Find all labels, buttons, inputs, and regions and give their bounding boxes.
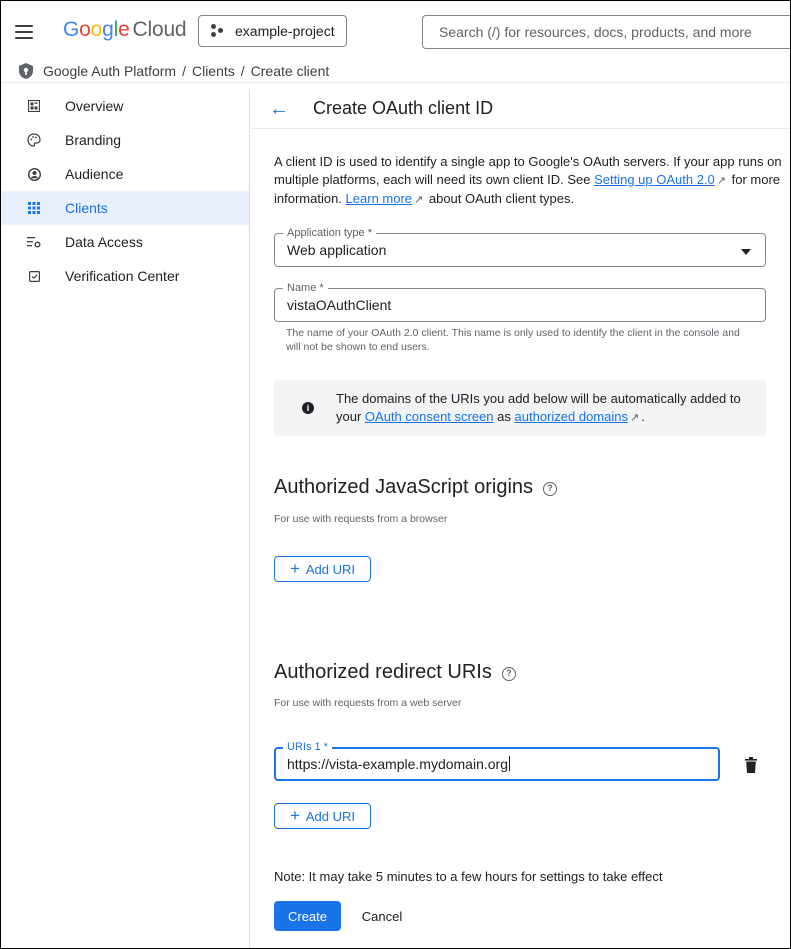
application-type-label: Application type * bbox=[283, 227, 376, 239]
project-icon bbox=[211, 24, 227, 38]
search-input[interactable]: Search (/) for resources, docs, products… bbox=[422, 15, 790, 49]
plus-icon: + bbox=[289, 806, 300, 825]
redirect-uri-1-value: https://vista-example.mydomain.org bbox=[287, 756, 510, 772]
js-origins-subtitle: For use with requests from a browser bbox=[274, 513, 448, 525]
sidebar-item-overview[interactable]: Overview bbox=[1, 89, 249, 123]
external-link-icon: ↗ bbox=[716, 175, 727, 187]
checkbox-icon bbox=[27, 269, 41, 283]
breadcrumb-item-create-client: Create client bbox=[250, 62, 330, 79]
redirect-uri-1-label: URIs 1 * bbox=[283, 741, 332, 753]
dropdown-arrow-icon bbox=[741, 249, 751, 255]
data-settings-icon bbox=[27, 235, 41, 249]
breadcrumb-separator: / bbox=[240, 62, 245, 79]
create-button[interactable]: Create bbox=[274, 901, 341, 931]
name-field[interactable]: Name * vistaOAuthClient bbox=[274, 282, 766, 322]
info-banner: i The domains of the URIs you add below … bbox=[274, 380, 766, 436]
logo-letter: e bbox=[118, 18, 130, 41]
add-js-origin-button[interactable]: + Add URI bbox=[274, 556, 371, 582]
application-type-select[interactable]: Application type * Web application bbox=[274, 227, 766, 267]
sidebar-item-label: Clients bbox=[65, 200, 108, 216]
breadcrumb-item-platform[interactable]: Google Auth Platform bbox=[43, 63, 176, 79]
shield-icon bbox=[19, 62, 33, 79]
sidebar-item-branding[interactable]: Branding bbox=[1, 123, 249, 157]
sidebar-item-label: Data Access bbox=[65, 234, 143, 250]
sidebar-item-label: Verification Center bbox=[65, 268, 180, 284]
description-text: about OAuth client types. bbox=[425, 191, 575, 206]
logo-letter: o bbox=[79, 18, 91, 41]
grid-dots-icon bbox=[27, 201, 41, 215]
app-window: Google Cloud example-project Search (/) f… bbox=[0, 0, 791, 949]
redirect-uris-title: Authorized redirect URIs? bbox=[274, 661, 516, 684]
main-content: ← Create OAuth client ID A client ID is … bbox=[251, 83, 790, 948]
cancel-button[interactable]: Cancel bbox=[347, 901, 417, 931]
help-icon[interactable]: ? bbox=[543, 482, 558, 496]
add-uri-label: Add URI bbox=[305, 808, 356, 824]
redirect-uris-subtitle: For use with requests from a web server bbox=[274, 697, 462, 709]
setting-up-oauth-link[interactable]: Setting up OAuth 2.0 bbox=[594, 172, 715, 187]
sidebar-item-clients[interactable]: Clients bbox=[1, 191, 249, 225]
sidebar-item-data-access[interactable]: Data Access bbox=[1, 225, 249, 259]
authorized-domains-link[interactable]: authorized domains bbox=[515, 409, 628, 424]
sidebar-item-label: Audience bbox=[65, 166, 124, 182]
add-redirect-uri-button[interactable]: + Add URI bbox=[274, 803, 371, 829]
logo-letter: G bbox=[63, 18, 80, 41]
external-link-icon: ↗ bbox=[629, 412, 640, 424]
description: A client ID is used to identify a single… bbox=[274, 153, 786, 209]
add-uri-label: Add URI bbox=[305, 561, 356, 577]
logo-letter: g bbox=[102, 18, 114, 41]
application-type-value: Web application bbox=[287, 242, 387, 258]
plus-icon: + bbox=[289, 559, 300, 578]
breadcrumb-separator: / bbox=[182, 62, 186, 79]
project-name: example-project bbox=[235, 23, 335, 39]
breadcrumb-item-clients[interactable]: Clients bbox=[192, 63, 235, 79]
palette-icon bbox=[27, 133, 41, 147]
info-text-part: as bbox=[493, 409, 515, 424]
trash-icon[interactable] bbox=[745, 757, 757, 773]
sidebar-item-audience[interactable]: Audience bbox=[1, 157, 249, 191]
oauth-consent-screen-link[interactable]: OAuth consent screen bbox=[365, 409, 494, 424]
name-label: Name * bbox=[283, 282, 328, 294]
back-arrow-icon[interactable]: ← bbox=[269, 99, 289, 119]
info-icon: i bbox=[302, 402, 314, 414]
page-header: ← Create OAuth client ID bbox=[251, 89, 790, 129]
js-origins-title: Authorized JavaScript origins? bbox=[274, 476, 558, 499]
person-circle-icon bbox=[27, 167, 41, 181]
search-placeholder: Search (/) for resources, docs, products… bbox=[439, 24, 752, 40]
info-text: The domains of the URIs you add below wi… bbox=[336, 390, 756, 427]
page-title: Create OAuth client ID bbox=[313, 98, 494, 118]
breadcrumb: Google Auth Platform / Clients / Create … bbox=[1, 59, 790, 83]
google-cloud-logo[interactable]: Google Cloud bbox=[63, 18, 187, 42]
logo-product: Cloud bbox=[132, 18, 187, 41]
sidebar: Overview Branding Audience Clients Data … bbox=[1, 89, 250, 948]
hamburger-menu-icon[interactable] bbox=[13, 21, 35, 43]
project-picker-button[interactable]: example-project bbox=[198, 15, 347, 47]
js-origins-title-text: Authorized JavaScript origins bbox=[274, 476, 534, 498]
help-icon[interactable]: ? bbox=[501, 667, 516, 681]
sidebar-item-label: Branding bbox=[65, 132, 122, 148]
sidebar-item-verification-center[interactable]: Verification Center bbox=[1, 259, 249, 293]
redirect-uri-1-input[interactable]: URIs 1 * https://vista-example.mydomain.… bbox=[274, 741, 720, 781]
learn-more-link[interactable]: Learn more bbox=[346, 191, 412, 206]
info-text-part: . bbox=[641, 409, 645, 424]
sidebar-item-label: Overview bbox=[65, 98, 124, 114]
external-link-icon: ↗ bbox=[414, 194, 424, 206]
redirect-uris-title-text: Authorized redirect URIs bbox=[274, 661, 492, 683]
name-hint: The name of your OAuth 2.0 client. This … bbox=[286, 327, 740, 353]
text-caret bbox=[508, 756, 510, 771]
top-bar: Google Cloud example-project Search (/) f… bbox=[1, 1, 790, 59]
settings-note: Note: It may take 5 minutes to a few hou… bbox=[274, 869, 663, 884]
name-value: vistaOAuthClient bbox=[287, 297, 392, 313]
redirect-uri-1-text: https://vista-example.mydomain.org bbox=[287, 756, 508, 772]
dashboard-icon bbox=[27, 99, 41, 113]
logo-letter: o bbox=[90, 18, 103, 41]
